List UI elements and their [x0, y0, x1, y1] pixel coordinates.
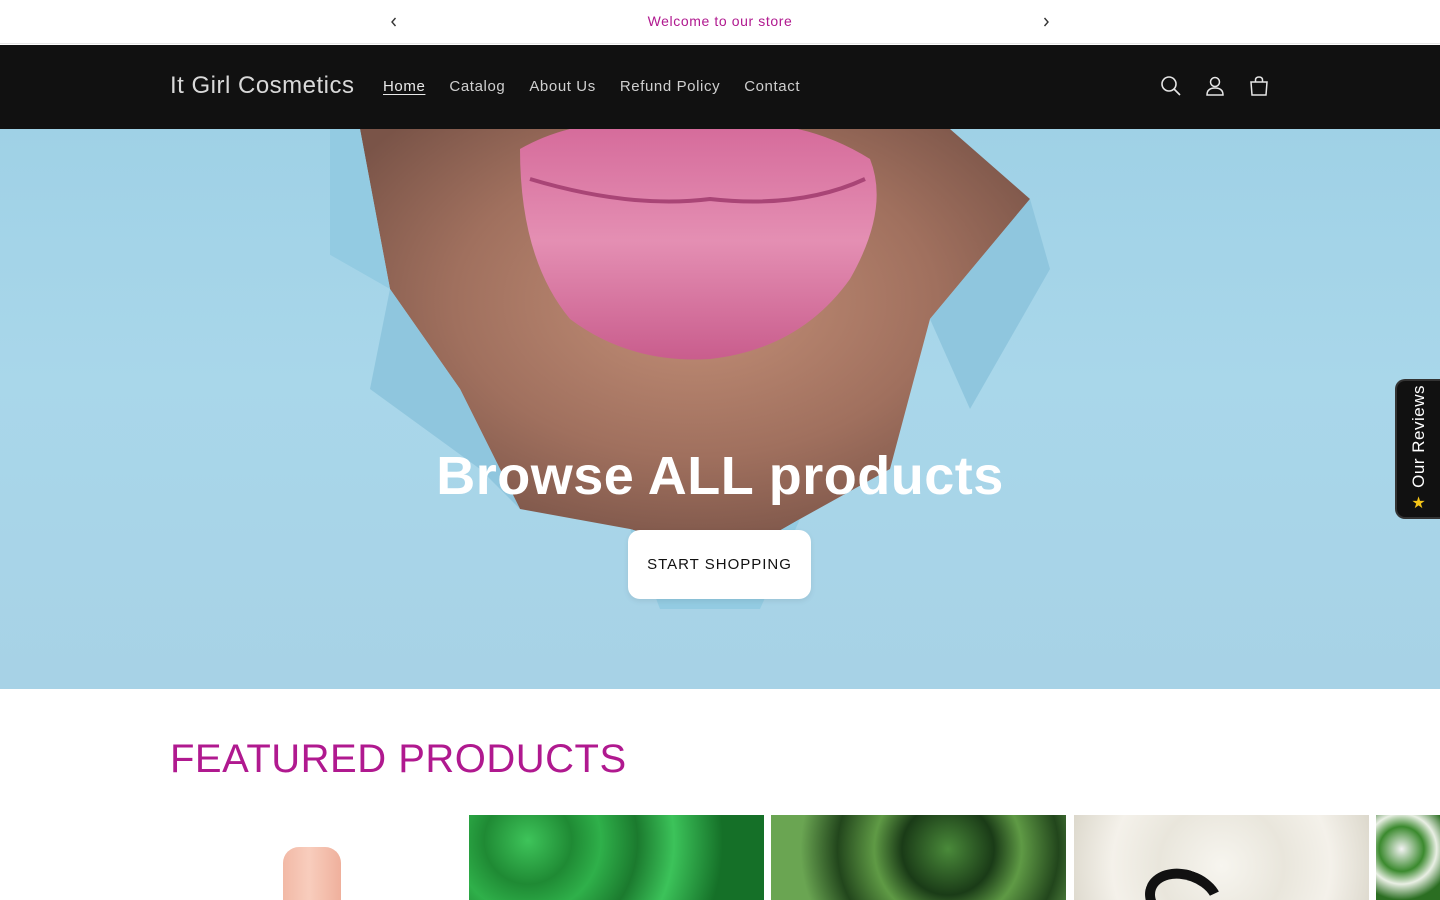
announcement-message: Welcome to our store — [647, 13, 793, 29]
product-card[interactable] — [1074, 815, 1369, 900]
product-image — [1136, 858, 1232, 900]
star-icon: ★ — [1411, 495, 1426, 513]
featured-products-heading: FEATURED PRODUCTS — [170, 737, 627, 781]
cart-button[interactable] — [1248, 75, 1272, 99]
store-logo[interactable]: It Girl Cosmetics — [170, 72, 355, 100]
chevron-right-icon — [1043, 17, 1049, 27]
nav-item-refund-policy[interactable]: Refund Policy — [620, 78, 720, 95]
nav-item-contact[interactable]: Contact — [744, 78, 800, 95]
announcement-next-button[interactable] — [1036, 12, 1056, 32]
nav-item-catalog[interactable]: Catalog — [449, 78, 505, 95]
product-image — [283, 847, 341, 900]
account-button[interactable] — [1204, 75, 1228, 99]
nav-item-home[interactable]: Home — [383, 78, 425, 95]
search-icon — [1161, 76, 1181, 96]
product-card[interactable] — [469, 815, 764, 900]
cart-icon — [1250, 76, 1268, 96]
product-card[interactable] — [1376, 815, 1440, 900]
product-card[interactable] — [771, 815, 1066, 900]
search-button[interactable] — [1160, 75, 1184, 99]
product-card[interactable] — [160, 815, 460, 900]
main-nav: Home Catalog About Us Refund Policy Cont… — [383, 78, 800, 95]
hero-banner: Browse ALL products START SHOPPING — [0, 129, 1440, 689]
hero-title: Browse ALL products — [436, 446, 1004, 506]
start-shopping-button[interactable]: START SHOPPING — [628, 530, 811, 599]
account-icon — [1206, 76, 1224, 96]
nav-item-about-us[interactable]: About Us — [529, 78, 596, 95]
reviews-side-tab[interactable]: Our Reviews ★ — [1395, 379, 1440, 519]
site-header: It Girl Cosmetics Home Catalog About Us … — [0, 45, 1440, 129]
announcement-bar: Welcome to our store — [0, 0, 1440, 44]
reviews-tab-label: Our Reviews — [1408, 384, 1428, 488]
